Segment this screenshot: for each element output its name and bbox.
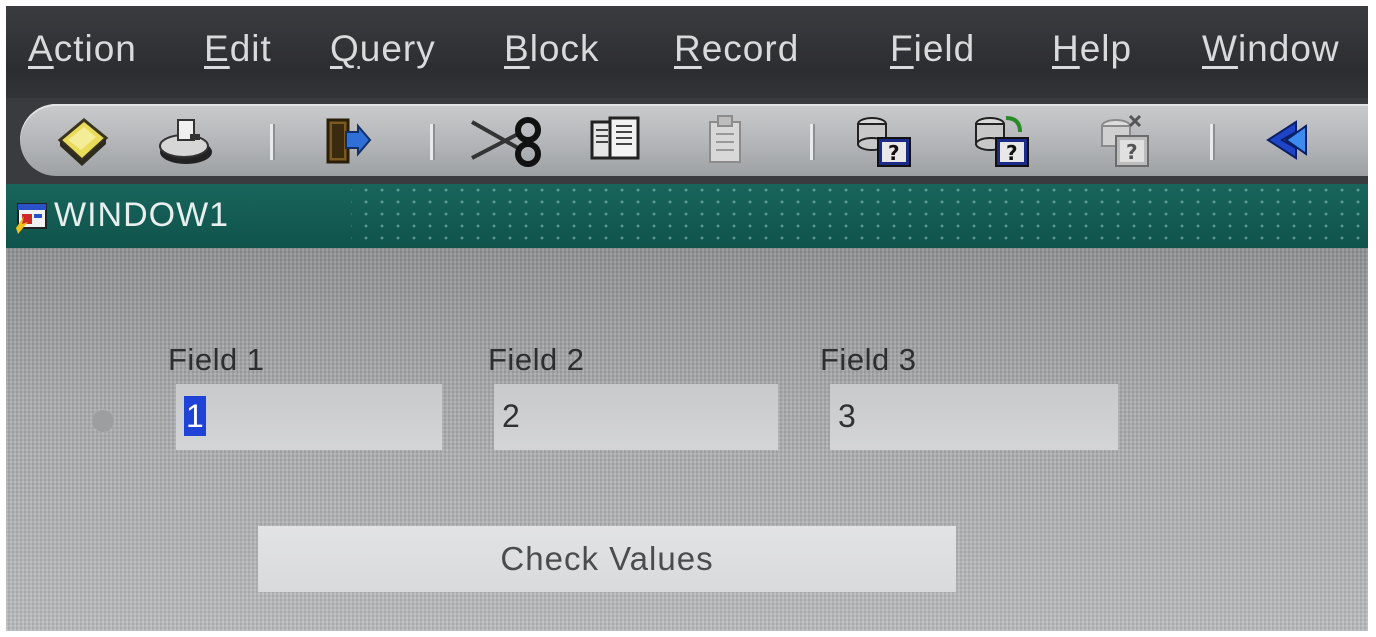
paste-icon[interactable] (696, 112, 754, 170)
menu-edit[interactable]: Edit (204, 28, 272, 70)
menu-action[interactable]: Action (28, 28, 137, 70)
toolbar-separator (270, 124, 275, 160)
menu-query[interactable]: Query (330, 28, 436, 70)
svg-text:?: ? (888, 141, 900, 165)
toolbar: ? ? ? (6, 98, 1368, 184)
print-icon[interactable] (156, 112, 214, 170)
menu-bar: Action Edit Query Block Record Field Hel… (6, 6, 1368, 98)
current-record-indicator (92, 410, 114, 432)
cut-icon[interactable] (466, 112, 541, 170)
field-1-input[interactable]: 1 (176, 384, 442, 450)
menu-field[interactable]: Field (890, 28, 975, 70)
menu-help[interactable]: Help (1052, 28, 1132, 70)
toolbar-separator (1210, 124, 1215, 160)
menu-record[interactable]: Record (674, 28, 799, 70)
save-icon[interactable] (54, 112, 112, 170)
check-values-button[interactable]: Check Values (258, 526, 956, 592)
forms-screen: Action Edit Query Block Record Field Hel… (6, 6, 1368, 631)
field-1-value: 1 (184, 396, 206, 436)
enter-query-icon[interactable]: ? (852, 112, 911, 170)
field-1-label: Field 1 (168, 342, 265, 377)
field-2-label: Field 2 (488, 342, 585, 377)
window-titlebar[interactable]: WINDOW1 (6, 184, 1368, 248)
window-title: WINDOW1 (54, 196, 230, 234)
svg-text:?: ? (1006, 141, 1018, 165)
window-icon (14, 198, 50, 234)
toolbar-separator (810, 124, 815, 160)
field-2-value: 2 (502, 398, 520, 434)
exit-icon[interactable] (316, 112, 374, 170)
field-3-label: Field 3 (820, 342, 917, 377)
menu-block[interactable]: Block (504, 28, 600, 70)
previous-block-icon[interactable] (1256, 112, 1314, 170)
field-3-input[interactable]: 3 (830, 384, 1118, 450)
execute-query-icon[interactable]: ? (970, 112, 1029, 170)
copy-icon[interactable] (586, 112, 644, 170)
field-3-value: 3 (838, 398, 856, 434)
field-2-input[interactable]: 2 (494, 384, 778, 450)
cancel-query-icon[interactable]: ? (1096, 112, 1154, 170)
svg-text:?: ? (1126, 140, 1138, 164)
menu-window[interactable]: Window (1202, 28, 1340, 70)
toolbar-panel: ? ? ? (20, 104, 1368, 176)
toolbar-separator (430, 124, 435, 160)
form-canvas: Field 1 1 Field 2 2 Field 3 3 Check Valu… (6, 248, 1368, 631)
